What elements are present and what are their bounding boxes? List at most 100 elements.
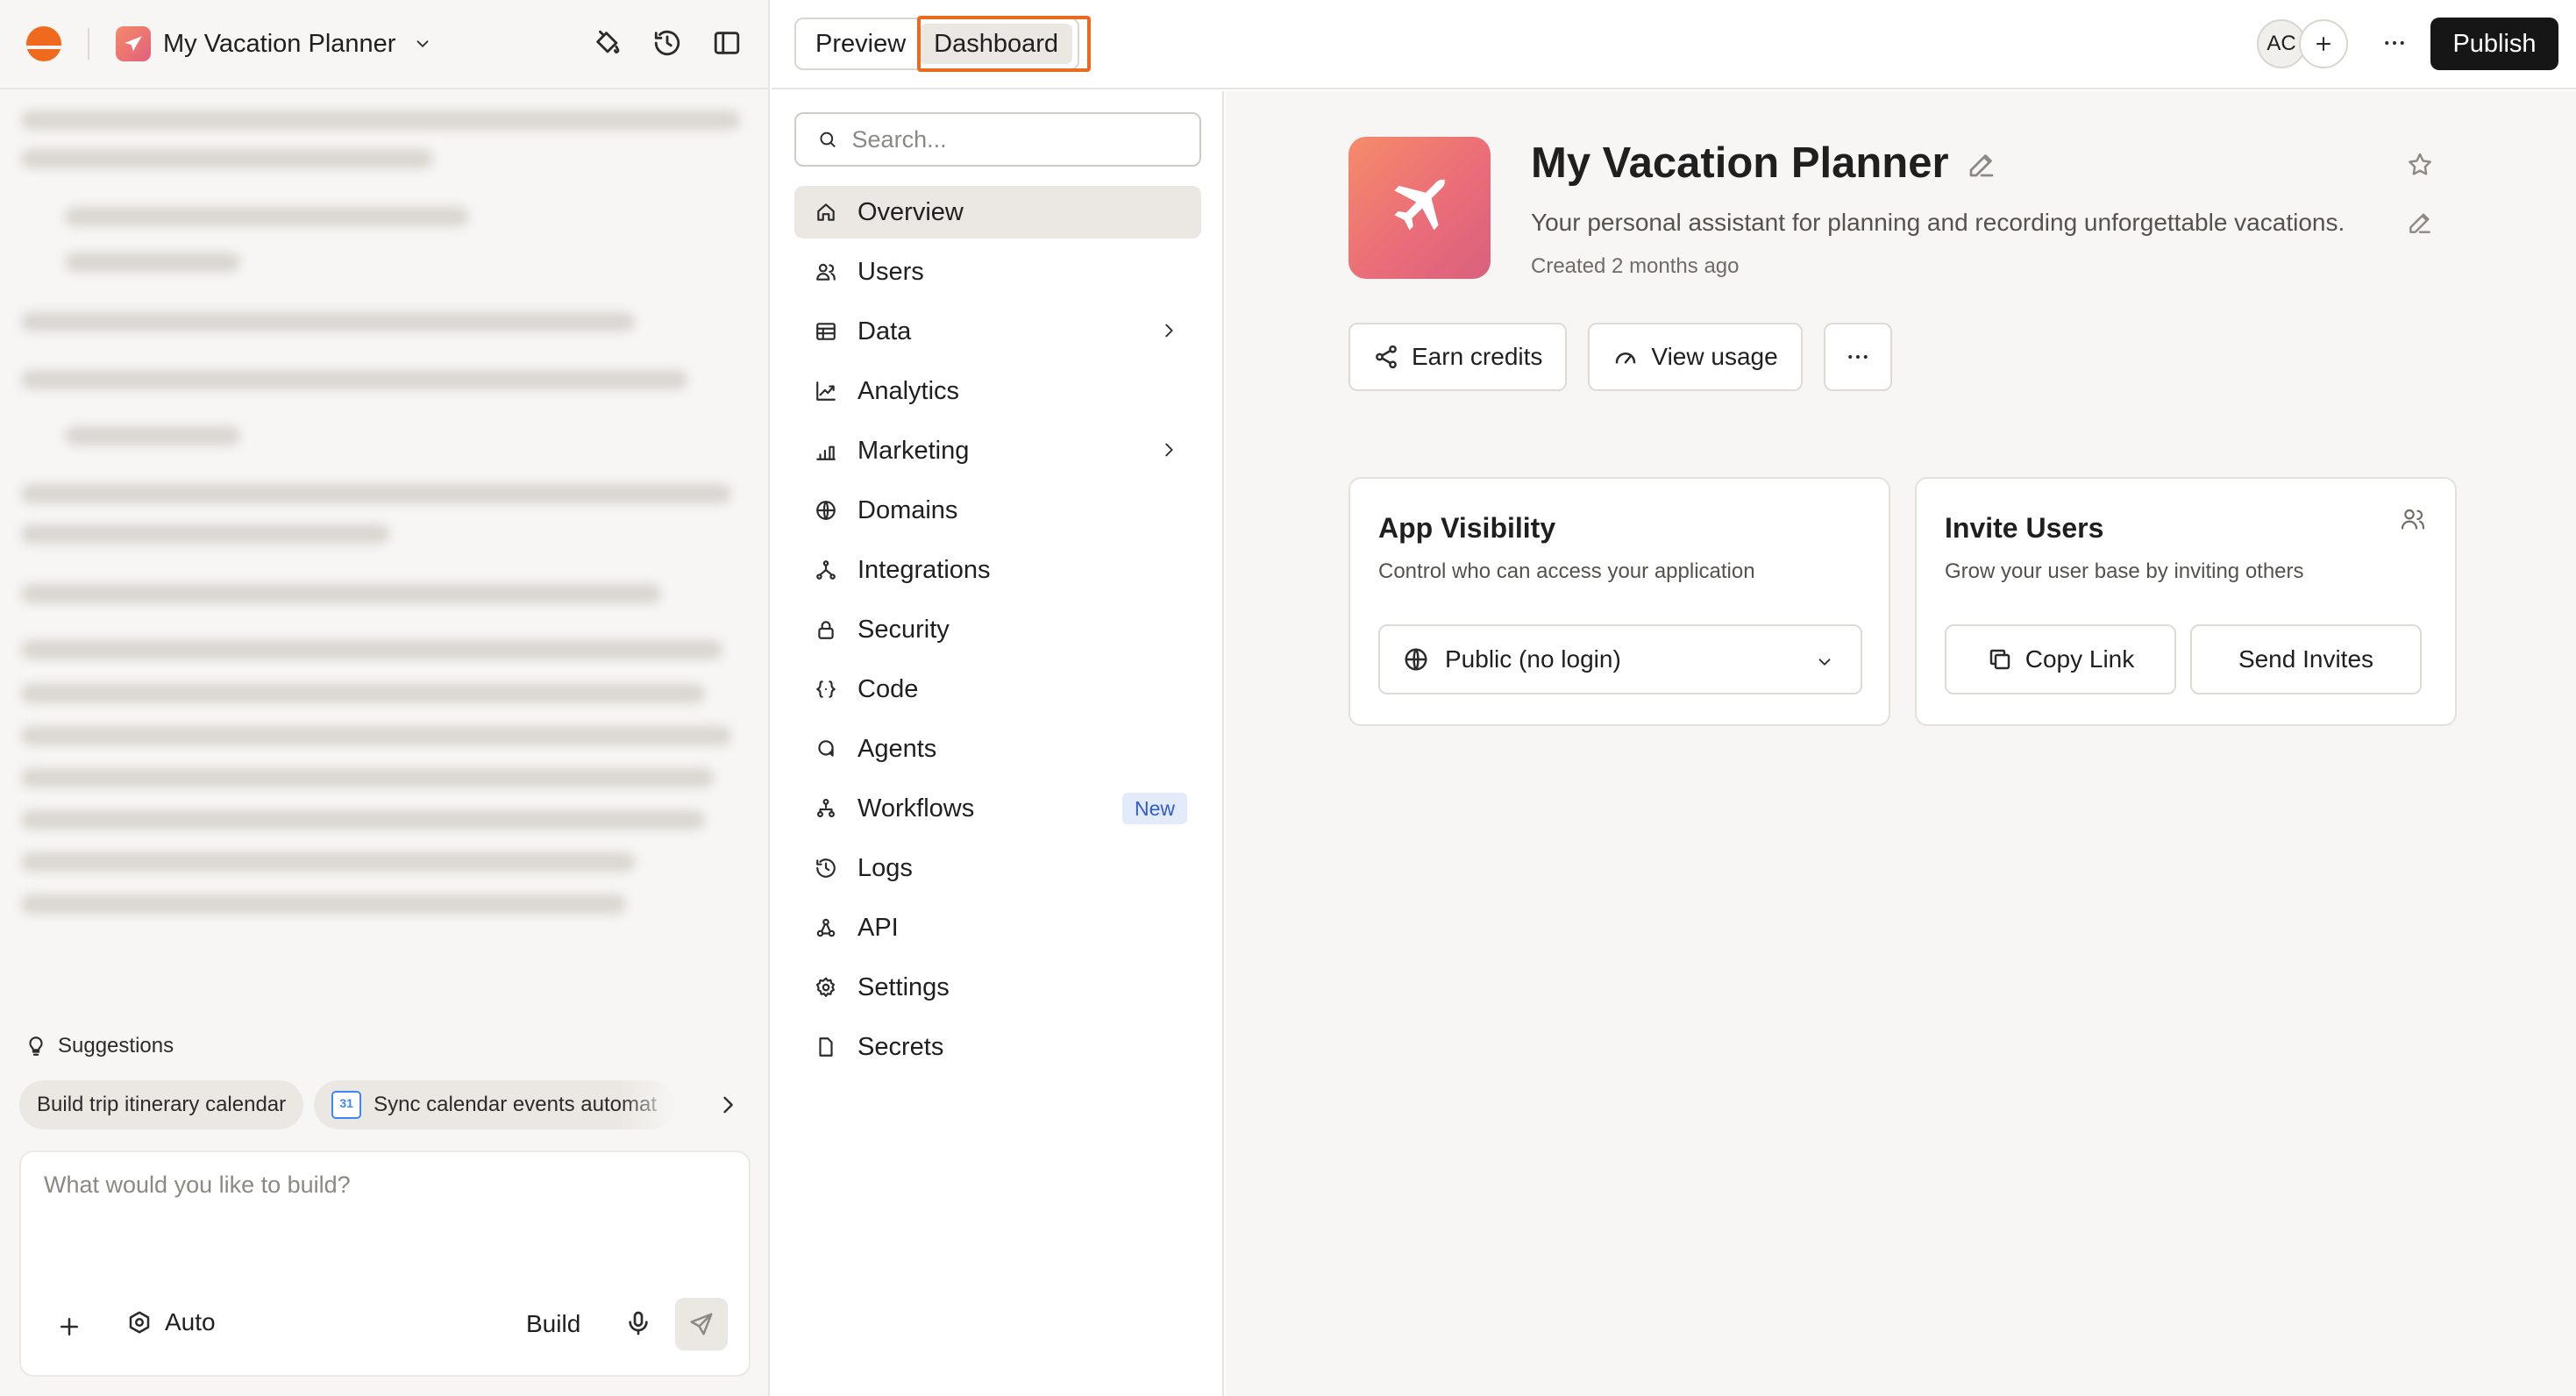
search-input[interactable] xyxy=(851,125,1178,153)
search-box xyxy=(794,112,1201,167)
sidebar-item-settings[interactable]: Settings xyxy=(794,961,1201,1014)
chevron-right-icon xyxy=(1165,443,1173,457)
sidebar-item-code[interactable]: Code xyxy=(794,663,1201,716)
edit-icon[interactable] xyxy=(2406,209,2434,237)
app-visibility-card: App Visibility Control who can access yo… xyxy=(1348,477,1890,726)
add-collaborator-button[interactable] xyxy=(2299,19,2348,68)
chat-composer: Auto Build xyxy=(19,1150,751,1377)
card-title: Invite Users xyxy=(1945,512,2104,544)
sidebar-item-data[interactable]: Data xyxy=(794,305,1201,358)
suggestions-header: Suggestions xyxy=(25,1033,174,1059)
sidebar-toggle-icon[interactable] xyxy=(712,28,742,58)
sidebar-item-marketing[interactable]: Marketing xyxy=(794,424,1201,477)
star-icon[interactable] xyxy=(2406,151,2434,179)
nav-list: Overview Users Data Analytics Marketing … xyxy=(794,186,1201,1080)
sidebar-item-label: Marketing xyxy=(857,436,970,465)
sidebar-item-label: API xyxy=(857,913,899,942)
lock-icon xyxy=(818,621,834,639)
sidebar-item-label: Workflows xyxy=(857,794,975,823)
sidebar-item-label: Secrets xyxy=(857,1032,944,1061)
sidebar-item-agents[interactable]: Agents xyxy=(794,723,1201,775)
send-button[interactable] xyxy=(675,1298,728,1350)
sidebar-item-label: Data xyxy=(857,317,912,345)
app-switcher[interactable]: My Vacation Planner xyxy=(116,26,432,61)
plus-icon xyxy=(2316,37,2330,51)
sidebar-item-workflows[interactable]: Workflows New xyxy=(794,782,1201,835)
app-actions: Earn credits View usage xyxy=(1348,323,1892,391)
more-actions-button[interactable] xyxy=(1823,323,1892,391)
app-switcher-label: My Vacation Planner xyxy=(163,29,396,58)
brand-logo[interactable] xyxy=(26,26,61,61)
sidebar-item-label: Users xyxy=(857,257,924,286)
code-icon xyxy=(816,680,836,698)
microphone-icon[interactable] xyxy=(624,1308,652,1338)
card-subtitle: Control who can access your application xyxy=(1378,559,1755,583)
send-invites-button[interactable]: Send Invites xyxy=(2190,624,2422,694)
chat-history-blurred xyxy=(18,102,745,944)
build-mode-button[interactable]: Build xyxy=(526,1310,580,1338)
workspace-topbar: Preview Dashboard AC Publish xyxy=(772,0,2576,89)
send-icon xyxy=(690,1313,713,1335)
paint-bucket-icon[interactable] xyxy=(593,28,623,58)
edit-icon[interactable] xyxy=(1966,149,1997,181)
sidebar-item-logs[interactable]: Logs xyxy=(794,842,1201,894)
sidebar-item-analytics[interactable]: Analytics xyxy=(794,365,1201,417)
hexagon-icon xyxy=(129,1311,150,1334)
sidebar-item-secrets[interactable]: Secrets xyxy=(794,1021,1201,1073)
sidebar-item-api[interactable]: API xyxy=(794,901,1201,954)
suggestions-row: Build trip itinerary calendar 31 Sync ca… xyxy=(19,1080,676,1129)
plus-icon[interactable] xyxy=(56,1314,82,1340)
suggestion-chip[interactable]: 31 Sync calendar events automat xyxy=(314,1080,676,1129)
tab-preview[interactable]: Preview xyxy=(801,24,920,64)
visibility-select-value: Public (no login) xyxy=(1445,645,1621,673)
app-icon[interactable] xyxy=(1348,137,1491,279)
sidebar-item-security[interactable]: Security xyxy=(794,603,1201,656)
dashboard-overview: My Vacation Planner Your personal assist… xyxy=(1226,91,2576,1396)
users-icon xyxy=(2401,509,2425,530)
card-title: App Visibility xyxy=(1378,512,1556,544)
suggestion-label: Sync calendar events automat xyxy=(374,1093,657,1116)
tab-dashboard[interactable]: Dashboard xyxy=(920,24,1073,64)
earn-credits-button[interactable]: Earn credits xyxy=(1348,323,1568,391)
users-icon xyxy=(816,263,836,281)
copy-link-button[interactable]: Copy Link xyxy=(1945,624,2176,694)
app-description: Your personal assistant for planning and… xyxy=(1531,209,2345,236)
more-horizontal-icon xyxy=(1847,355,1868,359)
sidebar-item-label: Overview xyxy=(857,197,964,226)
gear-icon xyxy=(815,977,835,997)
sidebar-item-users[interactable]: Users xyxy=(794,246,1201,298)
card-subtitle: Grow your user base by inviting others xyxy=(1945,559,2304,583)
dashboard-sidebar: Overview Users Data Analytics Marketing … xyxy=(772,91,1224,1396)
google-calendar-icon: 31 xyxy=(331,1091,362,1119)
more-horizontal-icon[interactable] xyxy=(2381,30,2408,56)
visibility-select[interactable]: Public (no login) xyxy=(1378,624,1862,694)
view-usage-button[interactable]: View usage xyxy=(1588,323,1803,391)
sidebar-item-label: Code xyxy=(857,674,919,703)
suggestion-label: Build trip itinerary calendar xyxy=(37,1093,287,1116)
history-icon[interactable] xyxy=(652,28,682,58)
chat-topbar: My Vacation Planner xyxy=(0,0,768,89)
sidebar-item-overview[interactable]: Overview xyxy=(794,186,1201,239)
sidebar-item-integrations[interactable]: Integrations xyxy=(794,544,1201,596)
bar-chart-icon xyxy=(816,445,836,460)
chevron-right-icon xyxy=(1165,324,1173,338)
suggestion-chip[interactable]: Build trip itinerary calendar xyxy=(19,1080,304,1129)
prompt-input[interactable] xyxy=(44,1172,728,1268)
divider xyxy=(88,28,89,60)
chart-line-icon xyxy=(816,381,836,401)
earn-credits-label: Earn credits xyxy=(1412,343,1543,370)
sidebar-item-label: Logs xyxy=(857,853,913,882)
page-title: My Vacation Planner xyxy=(1531,139,1949,187)
publish-button[interactable]: Publish xyxy=(2430,18,2558,70)
sidebar-item-label: Integrations xyxy=(857,555,991,584)
gauge-icon xyxy=(1616,353,1636,364)
chevron-right-icon[interactable] xyxy=(715,1093,740,1117)
copy-icon xyxy=(1989,649,2010,670)
model-mode-button[interactable]: Auto xyxy=(126,1308,216,1336)
sidebar-item-domains[interactable]: Domains xyxy=(794,484,1201,537)
invite-users-card: Invite Users Grow your user base by invi… xyxy=(1915,477,2457,726)
integrations-icon xyxy=(816,560,836,580)
chat-panel: My Vacation Planner Suggestions Build tr… xyxy=(0,0,770,1396)
suggestions-label: Suggestions xyxy=(58,1034,174,1058)
share-icon xyxy=(1376,345,1397,369)
